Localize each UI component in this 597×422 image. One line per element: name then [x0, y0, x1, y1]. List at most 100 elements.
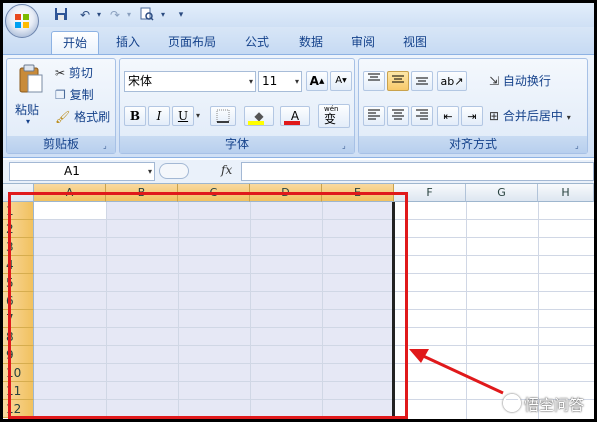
- font-name-combo[interactable]: 宋体 ▾: [124, 71, 256, 92]
- italic-button[interactable]: I: [148, 106, 170, 126]
- paste-dropdown-icon: ▾: [26, 117, 31, 126]
- format-painter-icon: 🖌: [55, 110, 71, 124]
- scissors-icon: ✂: [55, 66, 66, 80]
- clipboard-group: 粘贴 ▾ ✂ 剪切 ❐ 复制 🖌 格式刷 剪贴板 ⌟: [6, 58, 116, 154]
- clipboard-group-label: 剪贴板: [7, 136, 115, 153]
- wrap-text-label: 自动换行: [502, 74, 551, 88]
- cut-button[interactable]: ✂ 剪切: [55, 63, 93, 83]
- tab-data[interactable]: 数据: [289, 31, 333, 53]
- grow-font-icon: A: [309, 74, 319, 88]
- orientation-button[interactable]: ab↗: [437, 71, 467, 91]
- paste-button[interactable]: 粘贴 ▾: [10, 61, 50, 133]
- formula-input[interactable]: [241, 162, 594, 181]
- orientation-icon: ab↗: [440, 75, 464, 88]
- format-painter-label: 格式刷: [74, 110, 111, 124]
- formula-bar: A1 ▾ fx: [3, 160, 594, 184]
- align-bottom-button[interactable]: [411, 71, 433, 91]
- preview-dropdown-icon[interactable]: ▾: [155, 7, 171, 23]
- alignment-launcher-icon[interactable]: ⌟: [575, 141, 584, 150]
- increase-indent-icon: ⇥: [467, 110, 477, 123]
- underline-button[interactable]: U: [172, 106, 194, 126]
- chevron-down-icon: ▾: [248, 77, 253, 86]
- wrap-text-button[interactable]: ⇲ 自动换行: [489, 71, 551, 91]
- tab-insert[interactable]: 插入: [107, 31, 149, 53]
- save-icon[interactable]: [53, 7, 69, 23]
- chevron-down-icon: ▾: [147, 167, 152, 176]
- excel-window: ↶ ▾ ↷ ▾ ▾ ▾ 开始 插入 页面布局 公式 数据 审阅 视图 粘贴 ▾ …: [3, 3, 594, 419]
- print-preview-icon[interactable]: [139, 7, 155, 23]
- format-painter-button[interactable]: 🖌 格式刷: [55, 107, 110, 127]
- watermark-logo-icon: [502, 394, 521, 412]
- bold-button[interactable]: B: [124, 106, 146, 126]
- align-right-icon: [416, 109, 428, 120]
- phonetic-guide-button[interactable]: wén 变: [318, 104, 350, 128]
- undo-dropdown-icon[interactable]: ▾: [91, 7, 107, 23]
- align-top-icon: [368, 73, 380, 81]
- watermark: 悟空问答: [502, 394, 584, 415]
- copy-icon: ❐: [55, 88, 66, 102]
- font-name-value: 宋体: [128, 74, 153, 88]
- alignment-group-label: 对齐方式: [359, 136, 587, 153]
- align-top-button[interactable]: [363, 71, 385, 91]
- copy-button[interactable]: ❐ 复制: [55, 85, 94, 105]
- paste-label: 粘贴: [15, 103, 40, 117]
- insert-function-button[interactable]: fx: [221, 163, 232, 177]
- name-box[interactable]: A1 ▾: [9, 162, 155, 181]
- clipboard-launcher-icon[interactable]: ⌟: [103, 141, 112, 150]
- formula-expand-handle[interactable]: [159, 163, 189, 179]
- fill-color-button[interactable]: ◆: [244, 106, 274, 126]
- annotation-arrow-icon: [409, 349, 504, 395]
- align-left-icon: [368, 109, 380, 120]
- align-center-button[interactable]: [387, 106, 409, 126]
- tab-review[interactable]: 审阅: [341, 31, 385, 53]
- underline-dropdown-icon[interactable]: ▾: [196, 111, 200, 120]
- font-size-combo[interactable]: 11 ▾: [258, 71, 302, 92]
- tab-home[interactable]: 开始: [51, 31, 99, 54]
- watermark-text: 悟空问答: [523, 396, 584, 414]
- chevron-down-icon: ▾: [566, 113, 571, 122]
- redo-dropdown-icon[interactable]: ▾: [121, 7, 137, 23]
- copy-label: 复制: [69, 88, 94, 102]
- customize-qat-icon[interactable]: ▾: [173, 7, 189, 23]
- decrease-indent-button[interactable]: ⇤: [437, 106, 459, 126]
- tab-page-layout[interactable]: 页面布局: [159, 31, 225, 53]
- borders-icon: [216, 109, 230, 123]
- column-header-g[interactable]: G: [466, 184, 538, 202]
- alignment-group: ab↗ ⇲ 自动换行 ⇤ ⇥ ⊞ 合并后居中 ▾ 对齐方式 ⌟: [358, 58, 588, 154]
- grid-line: [538, 202, 539, 419]
- tab-formulas[interactable]: 公式: [235, 31, 279, 53]
- column-header-h[interactable]: H: [538, 184, 594, 202]
- annotation-rectangle: [8, 192, 408, 419]
- ribbon: 粘贴 ▾ ✂ 剪切 ❐ 复制 🖌 格式刷 剪贴板 ⌟ 宋体 ▾ 11 ▾ A▲ …: [3, 54, 594, 158]
- office-button[interactable]: [5, 4, 39, 38]
- merge-center-button[interactable]: ⊞ 合并后居中 ▾: [489, 106, 571, 126]
- align-center-icon: [392, 109, 404, 120]
- office-logo-icon: [15, 14, 29, 28]
- grow-font-button[interactable]: A▲: [306, 71, 328, 91]
- font-color-button[interactable]: A: [280, 106, 310, 126]
- increase-indent-button[interactable]: ⇥: [461, 106, 483, 126]
- quick-access-toolbar: ↶ ▾ ↷ ▾ ▾ ▾: [3, 3, 594, 27]
- chevron-down-icon: ▾: [294, 77, 299, 86]
- ribbon-tabs: 开始 插入 页面布局 公式 数据 审阅 视图: [3, 27, 594, 54]
- font-size-value: 11: [262, 74, 278, 88]
- align-middle-icon: [392, 75, 404, 83]
- cut-label: 剪切: [68, 66, 93, 80]
- merge-center-label: 合并后居中: [502, 109, 563, 123]
- tab-view[interactable]: 视图: [393, 31, 437, 53]
- fill-color-swatch: [248, 121, 264, 125]
- align-left-button[interactable]: [363, 106, 385, 126]
- paste-icon: [19, 64, 43, 93]
- phonetic-glyph: 变: [324, 112, 337, 126]
- align-middle-button[interactable]: [387, 71, 409, 91]
- cell-reference: A1: [64, 164, 80, 178]
- shrink-font-button[interactable]: A▼: [330, 71, 352, 91]
- font-launcher-icon[interactable]: ⌟: [342, 141, 351, 150]
- decrease-indent-icon: ⇤: [443, 110, 453, 123]
- align-right-button[interactable]: [411, 106, 433, 126]
- borders-button[interactable]: [210, 106, 236, 126]
- merge-center-icon: ⊞: [489, 109, 500, 123]
- font-group: 宋体 ▾ 11 ▾ A▲ A▼ B I U ▾ ◆ A wén 变 字体 ⌟: [119, 58, 355, 154]
- wrap-text-icon: ⇲: [489, 74, 500, 88]
- font-group-label: 字体: [120, 136, 354, 153]
